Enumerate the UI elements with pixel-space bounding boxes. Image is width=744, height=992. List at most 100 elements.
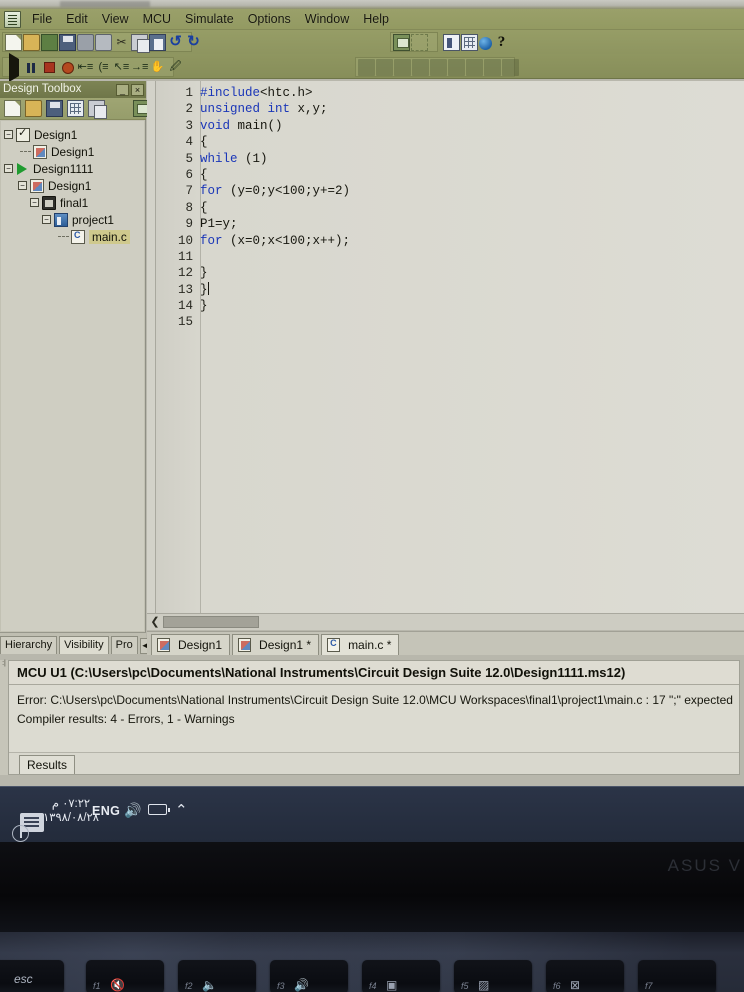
- tab-hierarchy[interactable]: Hierarchy: [0, 636, 58, 654]
- key-f2[interactable]: f2 🔈: [178, 960, 256, 992]
- help-icon[interactable]: ?: [493, 34, 510, 51]
- blur-icon-6[interactable]: [448, 58, 465, 76]
- battery-icon[interactable]: [148, 804, 170, 815]
- mcu-chip-icon[interactable]: [42, 195, 56, 210]
- chevron-up-icon[interactable]: ⌃: [175, 801, 188, 819]
- scroll-left-icon[interactable]: ❮: [147, 615, 163, 630]
- menu-item-help[interactable]: Help: [356, 10, 396, 28]
- code-line[interactable]: 12}: [156, 265, 744, 281]
- run-to-cursor-icon[interactable]: →≡: [131, 59, 148, 76]
- key-f1[interactable]: f1 🔇: [86, 960, 164, 992]
- properties-icon[interactable]: [67, 100, 84, 117]
- code-text[interactable]: {: [196, 134, 208, 150]
- code-line[interactable]: 4{: [156, 134, 744, 150]
- step-over-icon[interactable]: (≡: [95, 59, 112, 76]
- code-line[interactable]: 7 for (y=0;y<100;y+=2): [156, 183, 744, 199]
- copy-icon[interactable]: [131, 33, 150, 53]
- language-indicator[interactable]: ENG: [92, 804, 120, 818]
- blur-icon-9[interactable]: [502, 58, 519, 76]
- print-preview-icon[interactable]: [95, 33, 112, 51]
- menu-item-mcu[interactable]: MCU: [136, 10, 178, 28]
- key-f5[interactable]: f5 ▨: [454, 960, 532, 992]
- tree-expander-icon[interactable]: −: [4, 130, 13, 139]
- blur-icon-4[interactable]: [412, 58, 429, 76]
- code-line[interactable]: 11: [156, 249, 744, 265]
- start-chat-icon[interactable]: [8, 799, 44, 842]
- key-f4[interactable]: f4 ▣: [362, 960, 440, 992]
- editor-horizontal-scrollbar[interactable]: ❮: [147, 613, 744, 630]
- spreadsheet-view-icon[interactable]: [461, 33, 478, 51]
- measure-probe-icon[interactable]: 🖉: [167, 59, 184, 76]
- menu-item-options[interactable]: Options: [241, 10, 298, 28]
- code-text[interactable]: for (y=0;y<100;y+=2): [196, 183, 350, 199]
- step-into-icon[interactable]: ⇤≡: [77, 59, 94, 76]
- blur-icon-8[interactable]: [484, 58, 501, 76]
- stop-icon[interactable]: [41, 59, 58, 76]
- save-icon[interactable]: [46, 100, 63, 117]
- c-file-icon[interactable]: [71, 229, 85, 244]
- code-lines[interactable]: 1 #include<htc.h> 2 unsigned int x,y; 3 void …: [156, 85, 744, 613]
- code-text[interactable]: void main(): [196, 118, 283, 134]
- code-line[interactable]: 6{: [156, 167, 744, 183]
- key-esc[interactable]: esc: [0, 960, 64, 992]
- menu-item-simulate[interactable]: Simulate: [178, 10, 241, 28]
- tree-expander-icon[interactable]: −: [30, 198, 39, 207]
- open-design-icon[interactable]: [41, 33, 58, 51]
- scrollbar-thumb[interactable]: [163, 616, 259, 628]
- open-icon[interactable]: [25, 100, 42, 117]
- tree-row-mainc[interactable]: main.c: [4, 228, 144, 245]
- show-monitor-icon[interactable]: [393, 33, 410, 51]
- blur-icon-2[interactable]: [376, 58, 393, 76]
- placeholder-icon[interactable]: [411, 33, 428, 51]
- new-document-icon[interactable]: [5, 33, 22, 51]
- tree-row-design1-child[interactable]: − Design1: [4, 177, 144, 194]
- tab-project[interactable]: Pro: [110, 636, 138, 654]
- close-icon[interactable]: ×: [131, 83, 144, 96]
- hierarchy-view-icon[interactable]: [443, 33, 460, 51]
- tree-expander-icon[interactable]: −: [4, 164, 13, 173]
- tree-row-final1[interactable]: − final1: [4, 194, 144, 211]
- code-line[interactable]: 1 #include<htc.h>: [156, 85, 744, 101]
- code-text[interactable]: [196, 314, 200, 330]
- web-globe-icon[interactable]: [479, 36, 492, 50]
- key-f7[interactable]: f7: [638, 960, 716, 992]
- code-line[interactable]: 8{: [156, 200, 744, 216]
- doc-tab-design1-modified[interactable]: Design1 *: [232, 634, 320, 655]
- code-text[interactable]: {: [196, 200, 208, 216]
- code-editor[interactable]: 1 #include<htc.h> 2 unsigned int x,y; 3 void …: [147, 81, 744, 613]
- blur-icon-1[interactable]: [358, 58, 375, 76]
- cut-icon[interactable]: ✂: [113, 34, 130, 51]
- code-line[interactable]: 13}: [156, 281, 744, 298]
- checkbox-checked-icon[interactable]: [16, 126, 30, 142]
- key-f3[interactable]: f3 🔊: [270, 960, 348, 992]
- code-line[interactable]: 2 unsigned int x,y;: [156, 101, 744, 117]
- menu-item-edit[interactable]: Edit: [59, 10, 95, 28]
- record-icon[interactable]: [59, 59, 76, 76]
- tree-expander-icon[interactable]: −: [42, 215, 51, 224]
- run-green-icon[interactable]: [17, 162, 27, 175]
- pause-icon[interactable]: [23, 59, 40, 76]
- code-text[interactable]: P1=y;: [196, 216, 238, 232]
- sheet-icon[interactable]: [33, 144, 47, 159]
- blur-icon-3[interactable]: [394, 58, 411, 76]
- code-text[interactable]: {: [196, 167, 208, 183]
- code-text[interactable]: }: [196, 298, 208, 314]
- print-icon[interactable]: [77, 33, 94, 51]
- blur-icon-5[interactable]: [430, 58, 447, 76]
- code-line[interactable]: 14}: [156, 298, 744, 314]
- code-text[interactable]: }: [196, 281, 209, 298]
- step-out-icon[interactable]: ↖≡: [113, 59, 130, 76]
- code-text[interactable]: }: [196, 265, 208, 281]
- code-text[interactable]: unsigned int x,y;: [196, 101, 328, 117]
- tree-row-design1111[interactable]: − Design1111: [4, 160, 144, 177]
- minimize-button[interactable]: _: [116, 83, 129, 96]
- tree-row-design1-sheet[interactable]: Design1: [4, 143, 144, 160]
- menu-item-window[interactable]: Window: [298, 10, 356, 28]
- tab-visibility[interactable]: Visibility: [59, 636, 109, 654]
- code-line[interactable]: 10 for (x=0;x<100;x++);: [156, 233, 744, 249]
- tree-expander-icon[interactable]: −: [18, 181, 27, 190]
- code-line[interactable]: 5 while (1): [156, 151, 744, 167]
- code-line[interactable]: 9 P1=y;: [156, 216, 744, 232]
- paste-icon[interactable]: [149, 33, 166, 51]
- code-text[interactable]: #include<htc.h>: [196, 85, 313, 101]
